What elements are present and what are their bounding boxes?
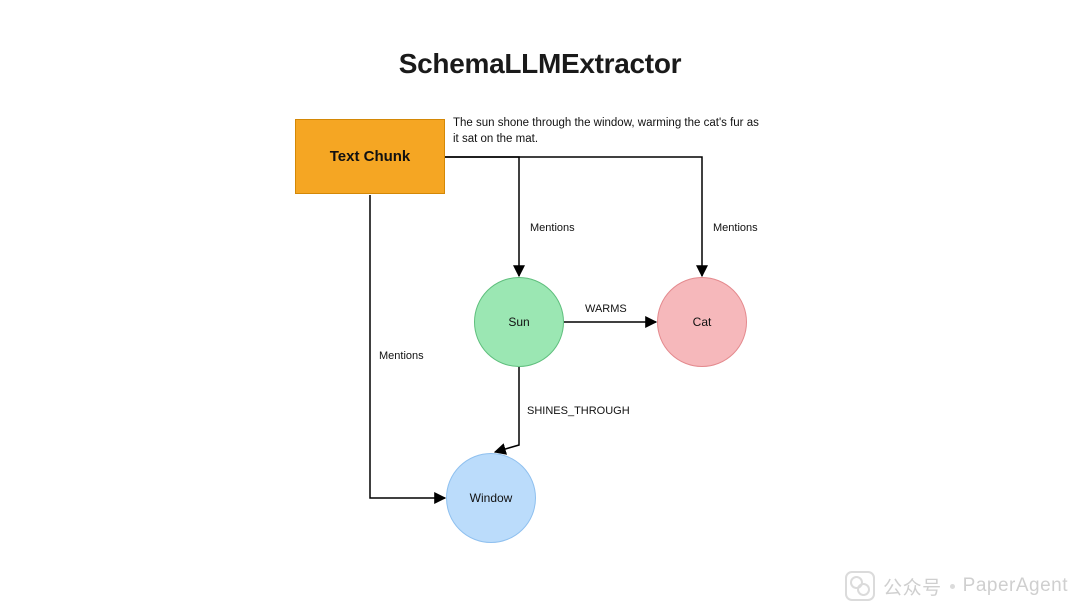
edge-label-shines-through: SHINES_THROUGH bbox=[527, 405, 630, 417]
node-sun-label: Sun bbox=[508, 315, 529, 329]
node-text-chunk: Text Chunk bbox=[295, 119, 445, 194]
edge-label-mentions-sun: Mentions bbox=[530, 222, 575, 234]
node-text-chunk-label: Text Chunk bbox=[330, 148, 411, 165]
node-window-label: Window bbox=[470, 491, 513, 505]
watermark-prefix: 公众号 bbox=[883, 573, 942, 600]
edge-textchunk-window bbox=[370, 195, 445, 498]
edge-textchunk-cat bbox=[445, 157, 702, 276]
edge-label-warms: WARMS bbox=[585, 303, 627, 315]
watermark-name: PaperAgent bbox=[963, 575, 1068, 597]
edge-textchunk-sun bbox=[445, 157, 519, 276]
wechat-official-icon bbox=[845, 571, 875, 601]
edge-sun-window bbox=[495, 367, 519, 452]
source-sentence: The sun shone through the window, warmin… bbox=[453, 116, 763, 147]
node-window: Window bbox=[446, 453, 536, 543]
edge-label-mentions-cat: Mentions bbox=[713, 222, 758, 234]
edge-label-mentions-window: Mentions bbox=[379, 350, 424, 362]
watermark: 公众号 PaperAgent bbox=[845, 571, 1068, 601]
node-sun: Sun bbox=[474, 277, 564, 367]
separator-dot-icon bbox=[950, 584, 955, 589]
node-cat-label: Cat bbox=[693, 315, 712, 329]
node-cat: Cat bbox=[657, 277, 747, 367]
